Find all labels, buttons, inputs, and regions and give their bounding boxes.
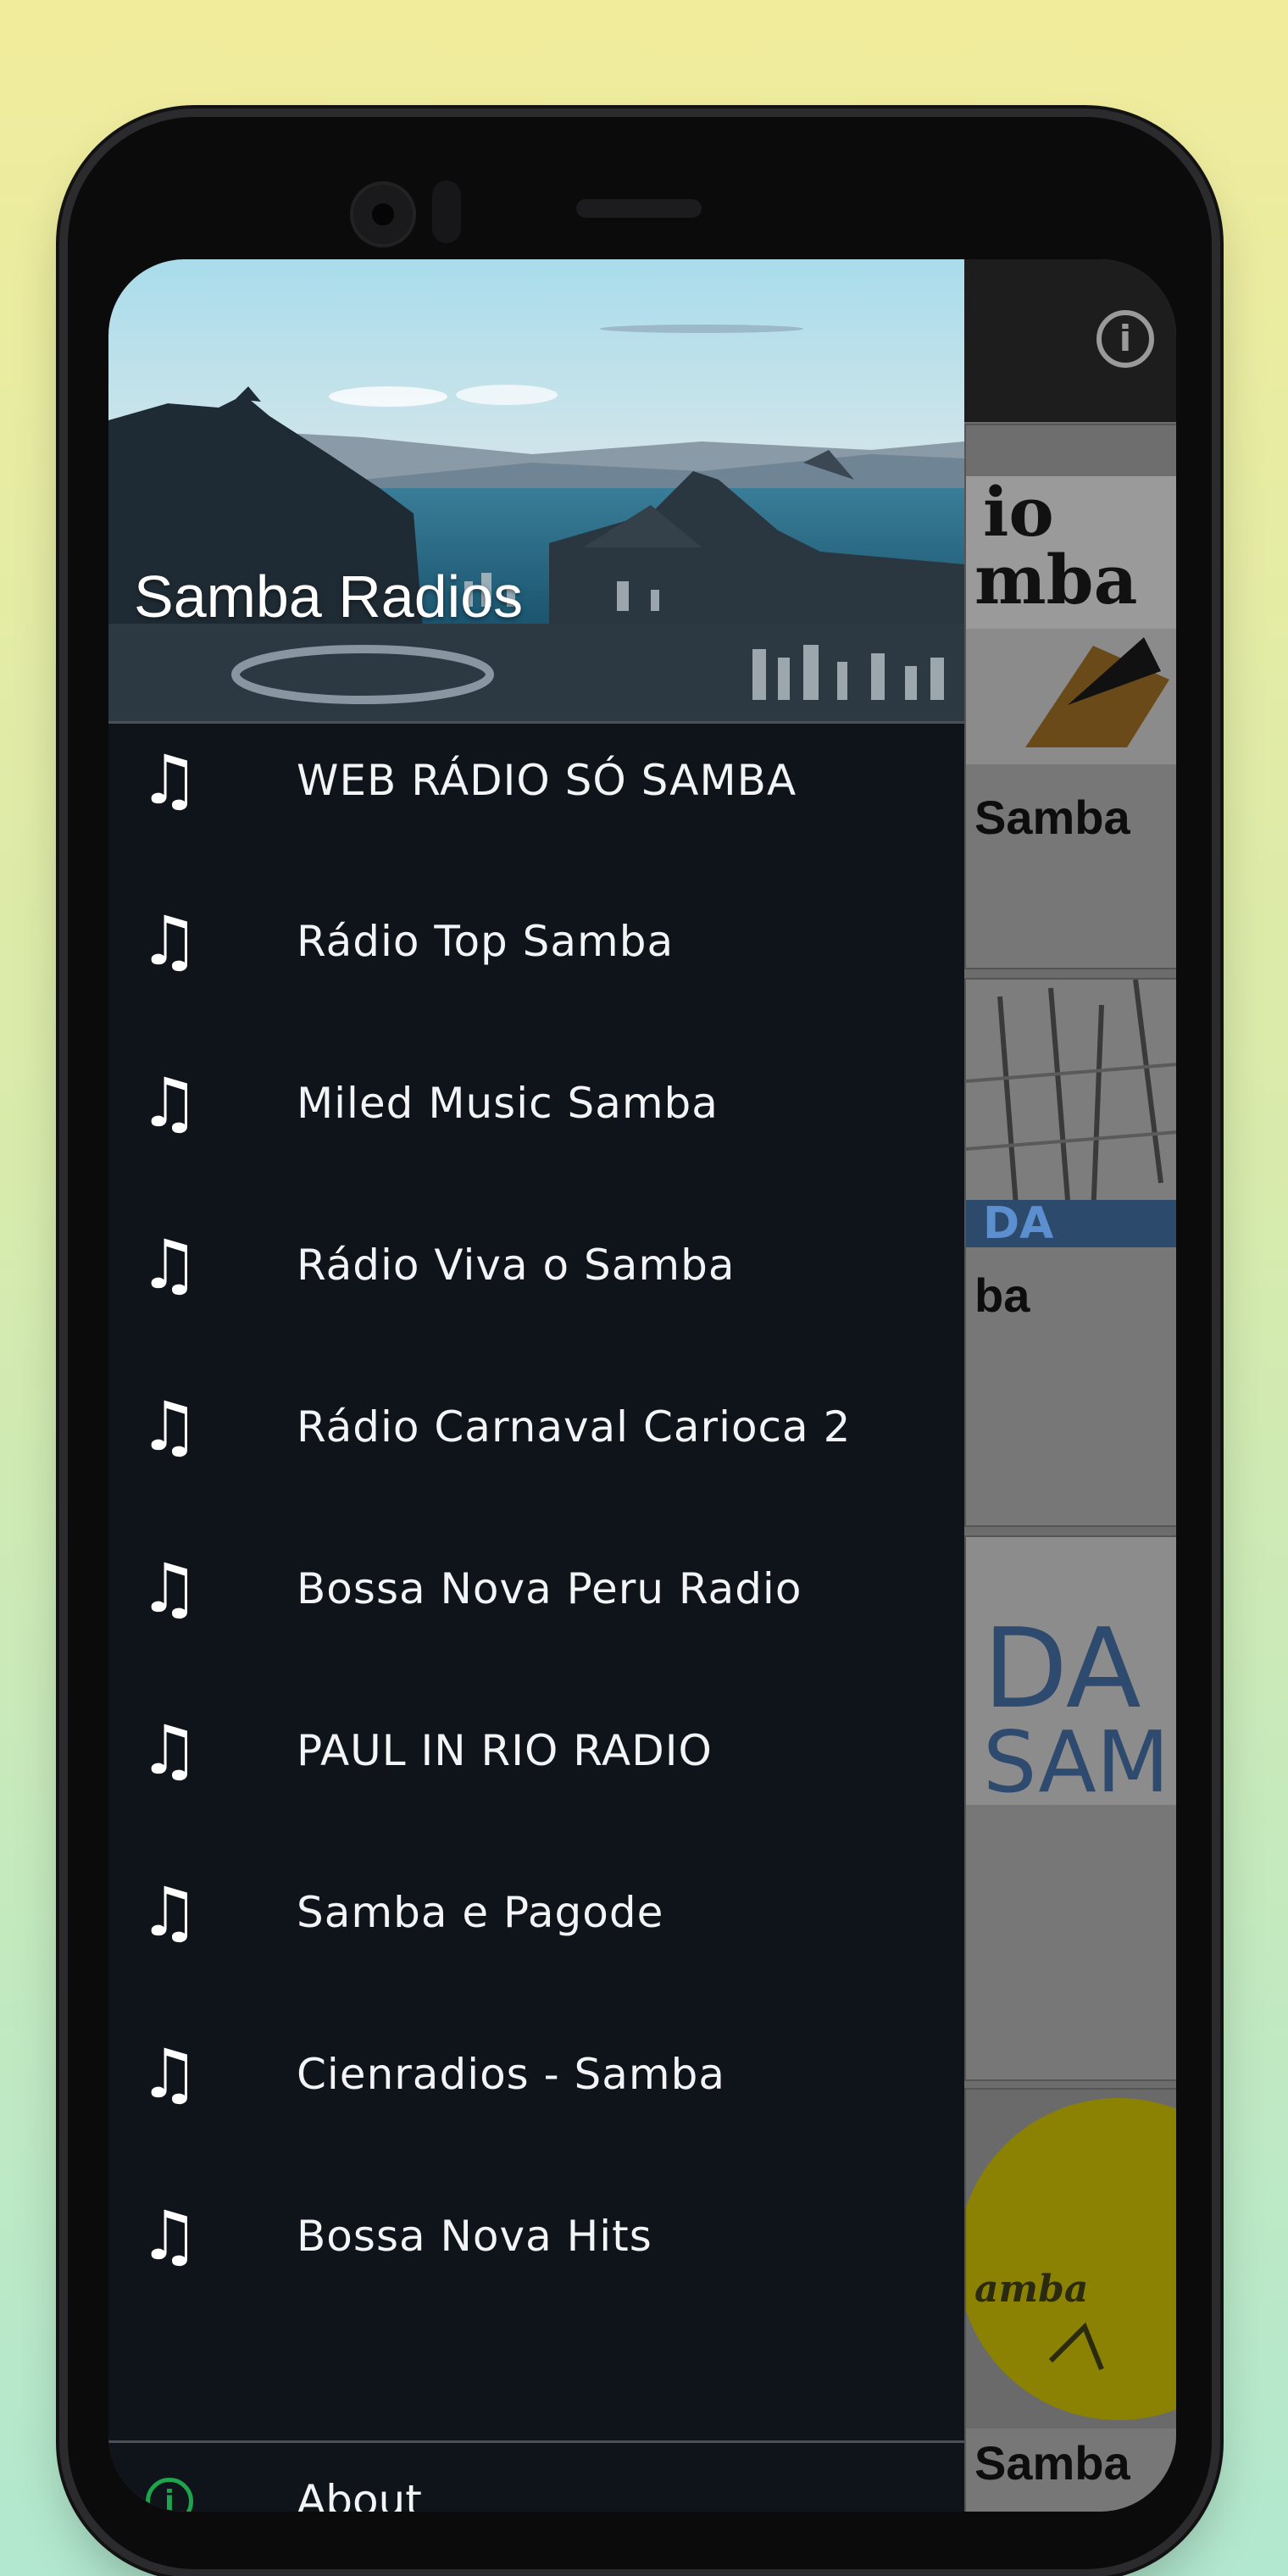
svg-text:mba: mba: [974, 540, 1137, 619]
menu-item-label: WEB RÁDIO SÓ SAMBA: [297, 756, 797, 805]
menu-item-label: Cienradios - Samba: [297, 2050, 726, 2099]
menu-item-about[interactable]: i About: [108, 2444, 964, 2512]
music-note-icon: ♫: [139, 1225, 200, 1304]
station-logo: amba: [966, 2090, 1176, 2429]
menu-item-cienradios-samba[interactable]: ♫ Cienradios - Samba: [108, 1994, 964, 2155]
menu-item-samba-e-pagode[interactable]: ♫ Samba e Pagode: [108, 1832, 964, 1993]
earpiece-speaker: [576, 199, 702, 218]
station-card-title: Samba: [974, 791, 1130, 844]
menu-item-label: Rádio Carnaval Carioca 2: [297, 1402, 852, 1452]
menu-item-label: PAUL IN RIO RADIO: [297, 1726, 713, 1775]
menu-item-label: Rádio Viva o Samba: [297, 1241, 736, 1290]
navigation-drawer: Samba Radios ♫ WEB RÁDIO SÓ SAMBA ♫ Rádi…: [108, 259, 964, 2512]
menu-item-label: Miled Music Samba: [297, 1079, 719, 1128]
drawer-title: Samba Radios: [134, 564, 524, 630]
station-card[interactable]: io mba Samba: [964, 424, 1176, 969]
drawer-divider: [108, 2440, 964, 2443]
station-card[interactable]: DA SAM: [964, 1535, 1176, 2081]
music-note-icon: ♫: [139, 1873, 200, 1951]
info-icon: i: [146, 2478, 193, 2512]
station-logo: io mba: [966, 425, 1176, 764]
station-card[interactable]: DA ba: [964, 978, 1176, 1527]
info-icon[interactable]: i: [1096, 310, 1154, 368]
menu-item-label: Bossa Nova Peru Radio: [297, 1564, 802, 1613]
svg-text:amba: amba: [974, 2268, 1088, 2311]
menu-item-radio-carnaval-carioca-2[interactable]: ♫ Rádio Carnaval Carioca 2: [108, 1346, 964, 1507]
menu-item-web-radio-so-samba[interactable]: ♫ WEB RÁDIO SÓ SAMBA: [108, 700, 964, 861]
music-note-icon: ♫: [139, 741, 200, 819]
station-card[interactable]: amba Samba: [964, 2088, 1176, 2512]
station-logo: DA: [966, 980, 1176, 1249]
station-card-title: ba: [974, 1269, 1030, 1322]
menu-item-miled-music-samba[interactable]: ♫ Miled Music Samba: [108, 1023, 964, 1184]
music-note-icon: ♫: [139, 1549, 200, 1628]
menu-item-radio-viva-o-samba[interactable]: ♫ Rádio Viva o Samba: [108, 1185, 964, 1346]
svg-text:DA: DA: [983, 1198, 1053, 1247]
music-note-icon: ♫: [139, 2196, 200, 2275]
music-note-icon: ♫: [139, 902, 200, 980]
power-button: [1212, 716, 1224, 864]
menu-item-label: Bossa Nova Hits: [297, 2212, 652, 2261]
menu-item-label: Rádio Top Samba: [297, 917, 675, 966]
phone-frame: i io mba Samba DA ba DA SAM amba Samba S…: [68, 117, 1212, 2569]
phone-screen: i io mba Samba DA ba DA SAM amba Samba S…: [108, 259, 1176, 2512]
music-note-icon: ♫: [139, 1063, 200, 1142]
menu-item-bossa-nova-hits[interactable]: ♫ Bossa Nova Hits: [108, 2156, 964, 2317]
proximity-sensor: [432, 180, 461, 243]
menu-item-paul-in-rio-radio[interactable]: ♫ PAUL IN RIO RADIO: [108, 1670, 964, 1831]
menu-item-bossa-nova-peru-radio[interactable]: ♫ Bossa Nova Peru Radio: [108, 1508, 964, 1669]
station-card-title: Samba: [974, 2436, 1130, 2490]
drawer-header-image: [108, 259, 964, 721]
music-note-icon: ♫: [139, 2035, 200, 2113]
music-note-icon: ♫: [139, 1387, 200, 1466]
svg-text:SAM: SAM: [983, 1713, 1169, 1805]
station-logo: DA SAM: [966, 1537, 1176, 1812]
menu-item-radio-top-samba[interactable]: ♫ Rádio Top Samba: [108, 861, 964, 1022]
menu-item-label: Samba e Pagode: [297, 1888, 664, 1937]
music-note-icon: ♫: [139, 1711, 200, 1790]
front-camera: [350, 181, 416, 247]
volume-button: [1212, 1021, 1224, 1326]
menu-item-label: About: [297, 2476, 422, 2512]
